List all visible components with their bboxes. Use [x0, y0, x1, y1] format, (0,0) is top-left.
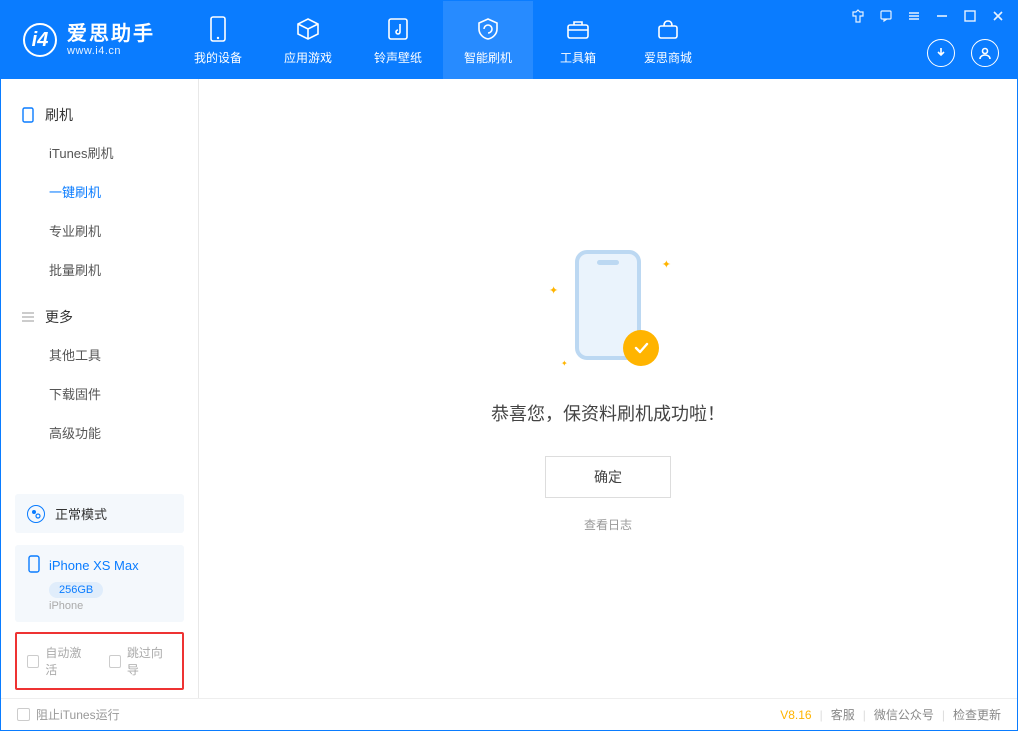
nav-label: 智能刷机	[464, 49, 512, 66]
top-nav: 我的设备 应用游戏 铃声壁纸 智能刷机 工具箱 爱思商城	[173, 1, 713, 79]
app-name: 爱思助手	[67, 23, 155, 45]
phone-small-icon	[21, 108, 35, 122]
sidebar-item-advanced[interactable]: 高级功能	[1, 413, 198, 452]
logo: i4 爱思助手 www.i4.cn	[1, 1, 173, 79]
app-window: i4 爱思助手 www.i4.cn 我的设备 应用游戏 铃声壁纸 智能刷机	[0, 0, 1018, 731]
sidebar-item-other-tools[interactable]: 其他工具	[1, 335, 198, 374]
window-controls	[849, 7, 1007, 25]
footer: 阻止iTunes运行 V8.16 | 客服 | 微信公众号 | 检查更新	[1, 698, 1017, 730]
music-icon	[384, 15, 412, 43]
header-actions	[927, 39, 999, 67]
close-icon[interactable]	[989, 7, 1007, 25]
options-highlight-box: 自动激活 跳过向导	[15, 632, 184, 690]
device-icon	[204, 15, 232, 43]
option-skip-guide[interactable]: 跳过向导	[109, 644, 173, 678]
footer-link-support[interactable]: 客服	[831, 706, 855, 723]
device-small-icon	[27, 555, 41, 576]
sidebar-group-flash: 刷机	[1, 97, 198, 133]
download-icon[interactable]	[927, 39, 955, 67]
version-label: V8.16	[780, 708, 811, 722]
logo-icon: i4	[23, 23, 57, 57]
sidebar-group-title: 刷机	[45, 105, 73, 125]
nav-apps-games[interactable]: 应用游戏	[263, 1, 353, 79]
sidebar-item-download-firmware[interactable]: 下载固件	[1, 374, 198, 413]
main-content: ✦ ✦ ✦ 恭喜您，保资料刷机成功啦！ 确定 查看日志	[199, 79, 1017, 698]
mode-label: 正常模式	[55, 504, 107, 523]
checkbox-icon[interactable]	[27, 655, 39, 668]
checkbox-icon[interactable]	[17, 708, 30, 721]
nav-smart-flash[interactable]: 智能刷机	[443, 1, 533, 79]
theme-icon[interactable]	[849, 7, 867, 25]
success-illustration: ✦ ✦ ✦	[543, 244, 673, 374]
minimize-icon[interactable]	[933, 7, 951, 25]
user-icon[interactable]	[971, 39, 999, 67]
mode-icon	[27, 505, 45, 523]
sidebar-group-title: 更多	[45, 307, 73, 327]
nav-label: 应用游戏	[284, 49, 332, 66]
mode-card[interactable]: 正常模式	[15, 494, 184, 533]
nav-label: 我的设备	[194, 49, 242, 66]
app-url: www.i4.cn	[67, 45, 155, 57]
device-storage-badge: 256GB	[49, 582, 103, 598]
ok-button[interactable]: 确定	[545, 456, 671, 498]
sidebar-group-more: 更多	[1, 299, 198, 335]
nav-store[interactable]: 爱思商城	[623, 1, 713, 79]
maximize-icon[interactable]	[961, 7, 979, 25]
option-auto-activate[interactable]: 自动激活	[27, 644, 91, 678]
device-name: iPhone XS Max	[49, 558, 139, 573]
sidebar-item-pro-flash[interactable]: 专业刷机	[1, 211, 198, 250]
list-icon	[21, 310, 35, 324]
view-log-link[interactable]: 查看日志	[584, 516, 632, 533]
device-type: iPhone	[49, 600, 172, 612]
feedback-icon[interactable]	[877, 7, 895, 25]
option-label: 自动激活	[45, 644, 90, 678]
cube-icon	[294, 15, 322, 43]
footer-checkbox-label: 阻止iTunes运行	[36, 706, 120, 723]
header: i4 爱思助手 www.i4.cn 我的设备 应用游戏 铃声壁纸 智能刷机	[1, 1, 1017, 79]
footer-link-wechat[interactable]: 微信公众号	[874, 706, 934, 723]
nav-toolbox[interactable]: 工具箱	[533, 1, 623, 79]
menu-icon[interactable]	[905, 7, 923, 25]
sidebar-item-itunes-flash[interactable]: iTunes刷机	[1, 133, 198, 172]
sidebar-item-batch-flash[interactable]: 批量刷机	[1, 250, 198, 289]
toolbox-icon	[564, 15, 592, 43]
checkmark-badge-icon	[623, 330, 659, 366]
sidebar-item-oneclick-flash[interactable]: 一键刷机	[1, 172, 198, 211]
footer-block-itunes[interactable]: 阻止iTunes运行	[17, 706, 120, 723]
checkbox-icon[interactable]	[109, 655, 121, 668]
success-message: 恭喜您，保资料刷机成功啦！	[491, 400, 725, 426]
option-label: 跳过向导	[127, 644, 172, 678]
nav-label: 铃声壁纸	[374, 49, 422, 66]
nav-ringtone-wallpaper[interactable]: 铃声壁纸	[353, 1, 443, 79]
nav-label: 爱思商城	[644, 49, 692, 66]
sidebar: 刷机 iTunes刷机 一键刷机 专业刷机 批量刷机 更多 其他工具 下载固件 …	[1, 79, 199, 698]
nav-label: 工具箱	[560, 49, 596, 66]
store-icon	[654, 15, 682, 43]
footer-link-update[interactable]: 检查更新	[953, 706, 1001, 723]
nav-my-device[interactable]: 我的设备	[173, 1, 263, 79]
device-card[interactable]: iPhone XS Max 256GB iPhone	[15, 545, 184, 622]
refresh-icon	[474, 15, 502, 43]
